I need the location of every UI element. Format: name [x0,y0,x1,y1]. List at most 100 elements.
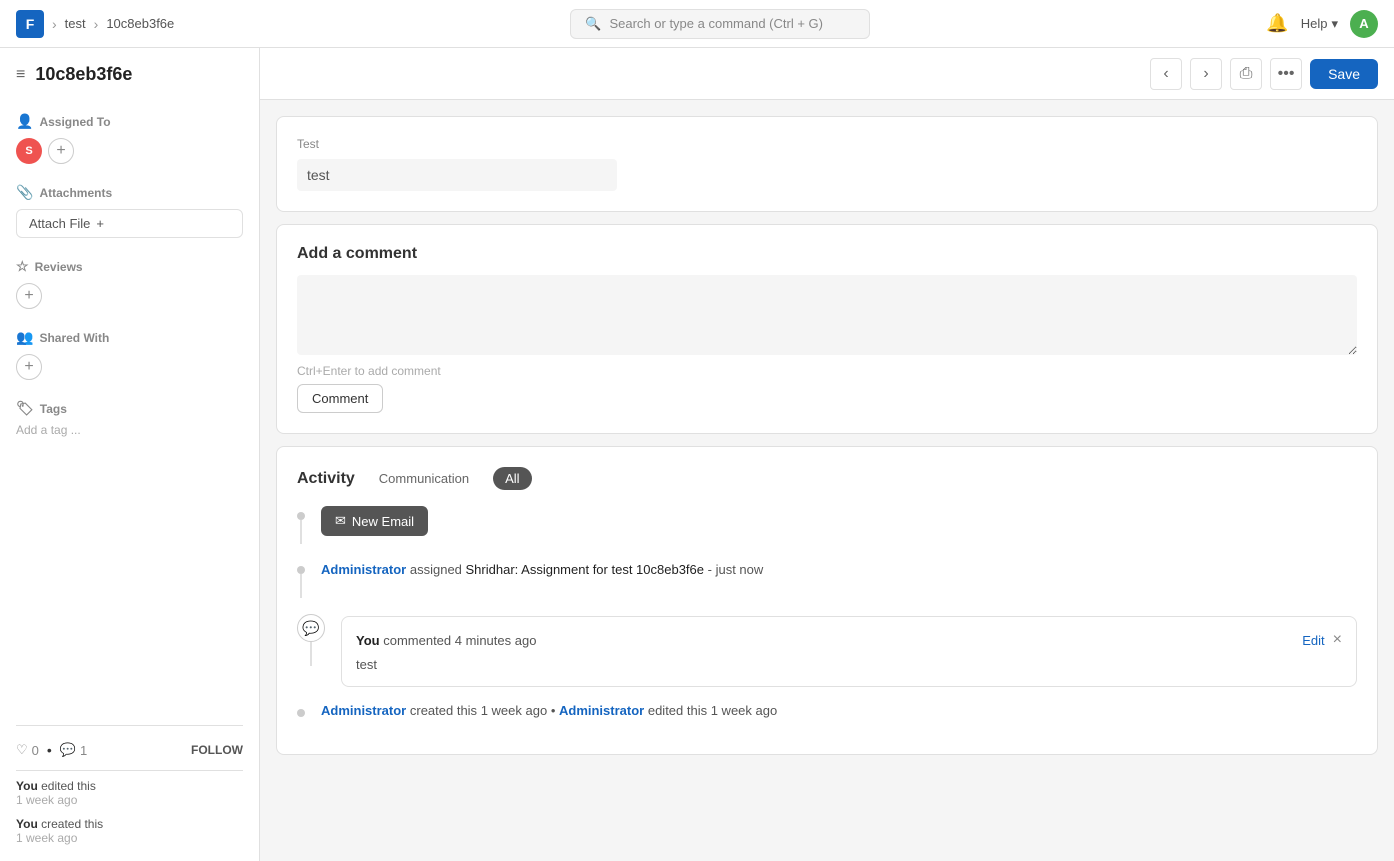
comment-card: Add a comment Ctrl+Enter to add comment … [276,224,1378,434]
comment-edit-button[interactable]: Edit [1302,633,1324,648]
comment-hint: Ctrl+Enter to add comment [297,364,1357,378]
test-value[interactable]: test [297,159,617,191]
activity-meta: ♡ 0 • 💬 1 FOLLOW [16,742,243,758]
attachments-section: 📎 Attachments Attach File + [16,184,243,238]
add-tag-text[interactable]: Add a tag ... [16,423,243,437]
assignment-actor: Administrator [321,562,406,577]
search-icon: 🔍 [585,16,601,32]
top-nav-right: 🔔 Help ▾ A [1266,10,1378,38]
activity-header: Activity Communication All [297,467,1357,490]
chat-icon: 💬 [297,614,325,642]
attach-file-label: Attach File [29,216,90,231]
dot-separator: • [47,742,52,758]
created-actor2: Administrator [559,703,644,718]
attachments-label: 📎 Attachments [16,184,243,201]
sidebar-bottom: ♡ 0 • 💬 1 FOLLOW You edited this1 week a… [16,725,243,845]
follow-button[interactable]: FOLLOW [191,743,243,757]
assigned-avatar-s[interactable]: S [16,138,42,164]
save-button[interactable]: Save [1310,59,1378,89]
tab-communication[interactable]: Communication [367,467,481,490]
reviews-section: ☆ Reviews + [16,258,243,309]
created-time2: 1 week ago [711,703,778,718]
assigned-to-section: 👤 Assigned To S + [16,113,243,164]
next-button[interactable]: › [1190,58,1222,90]
assignment-details: Shridhar: Assignment for test 10c8eb3f6e [466,562,704,577]
activity-card: Activity Communication All ✉ [276,446,1378,755]
timeline-item-assignment: Administrator assigned Shridhar: Assignm… [297,560,1357,614]
chevron-down-icon: ▾ [1331,16,1338,32]
tab-all[interactable]: All [493,467,531,490]
more-button[interactable]: ••• [1270,58,1302,90]
assigned-to-avatars: S + [16,138,243,164]
bell-icon[interactable]: 🔔 [1266,13,1288,34]
comment-bubble-wrapper: You commented 4 minutes ago Edit × [341,614,1357,687]
add-shared-button[interactable]: + [16,354,42,380]
activity-timeline: ✉ New Email Administrator [297,506,1357,734]
help-button[interactable]: Help ▾ [1301,16,1338,32]
created-text: Administrator created this 1 week ago • … [321,703,777,718]
breadcrumb: F › test › 10c8eb3f6e [16,10,174,38]
comment-bubble-text: test [356,657,1342,672]
comment-bubble-header: You commented 4 minutes ago Edit × [356,631,1342,649]
timeline-dot-email [297,512,305,520]
email-icon: ✉ [335,513,346,529]
app-icon[interactable]: F [16,10,44,38]
test-card: Test test [276,116,1378,212]
breadcrumb-sep2: › [94,16,99,32]
created-time1: 1 week ago [481,703,548,718]
comment-textarea[interactable] [297,275,1357,355]
search-placeholder: Search or type a command (Ctrl + G) [609,16,823,31]
menu-icon[interactable]: ≡ [16,66,25,84]
star-icon: ☆ [16,258,29,275]
timeline-item-created: Administrator created this 1 week ago • … [297,703,1357,734]
new-email-button[interactable]: ✉ New Email [321,506,428,536]
log-item-0: You edited this1 week ago [16,779,243,807]
activity-log: You edited this1 week ago You created th… [16,779,243,845]
people-icon: 👥 [16,329,33,346]
activity-title: Activity [297,470,355,488]
timeline-item-comment: 💬 You commented 4 minutes ago [297,614,1357,703]
comment-close-button[interactable]: × [1333,631,1342,649]
test-label: Test [297,137,1357,151]
comment-title: Add a comment [297,245,1357,263]
separator [16,770,243,771]
breadcrumb-sep1: › [52,16,57,32]
tags-section: 🏷 Tags Add a tag ... [16,400,243,437]
likes-count[interactable]: ♡ 0 [16,742,39,758]
content-area: Test test Add a comment Ctrl+Enter to ad… [260,100,1394,861]
shared-with-label: 👥 Shared With [16,329,243,346]
heart-icon: ♡ [16,742,28,758]
paperclip-icon: 📎 [16,184,33,201]
timeline-dot-assignment [297,566,305,574]
toolbar: ‹ › ⎙ ••• Save [260,48,1394,100]
comment-bubble-actor: You [356,633,380,648]
add-review-button[interactable]: + [16,283,42,309]
created-actor1: Administrator [321,703,406,718]
breadcrumb-id[interactable]: 10c8eb3f6e [106,16,174,31]
attach-file-button[interactable]: Attach File + [16,209,243,238]
add-assignee-button[interactable]: + [48,138,74,164]
tags-label: 🏷 Tags [16,400,243,417]
comment-button[interactable]: Comment [297,384,383,413]
print-button[interactable]: ⎙ [1230,58,1262,90]
shared-with-section: 👥 Shared With + [16,329,243,380]
prev-button[interactable]: ‹ [1150,58,1182,90]
assigned-to-label: 👤 Assigned To [16,113,243,130]
sidebar: ≡ 10c8eb3f6e 👤 Assigned To S + 📎 Attachm… [0,48,260,861]
log-item-1: You created this1 week ago [16,817,243,845]
comment-actions: Edit × [1302,631,1342,649]
search-bar[interactable]: 🔍 Search or type a command (Ctrl + G) [570,9,870,39]
comments-count[interactable]: 💬 1 [60,742,87,758]
right-panel: ‹ › ⎙ ••• Save Test test Add a comment C… [260,48,1394,861]
new-email-label: New Email [352,514,414,529]
assignment-text: Administrator assigned Shridhar: Assignm… [321,560,763,580]
comment-icon: 💬 [60,742,76,758]
avatar[interactable]: A [1350,10,1378,38]
timeline-dot-created [297,709,305,717]
page-title: 10c8eb3f6e [35,64,132,85]
breadcrumb-test[interactable]: test [65,16,86,31]
assignment-time: just now [716,562,764,577]
page-header: ≡ 10c8eb3f6e [16,64,243,93]
comment-bubble-action: commented [383,633,455,648]
person-icon: 👤 [16,113,33,130]
